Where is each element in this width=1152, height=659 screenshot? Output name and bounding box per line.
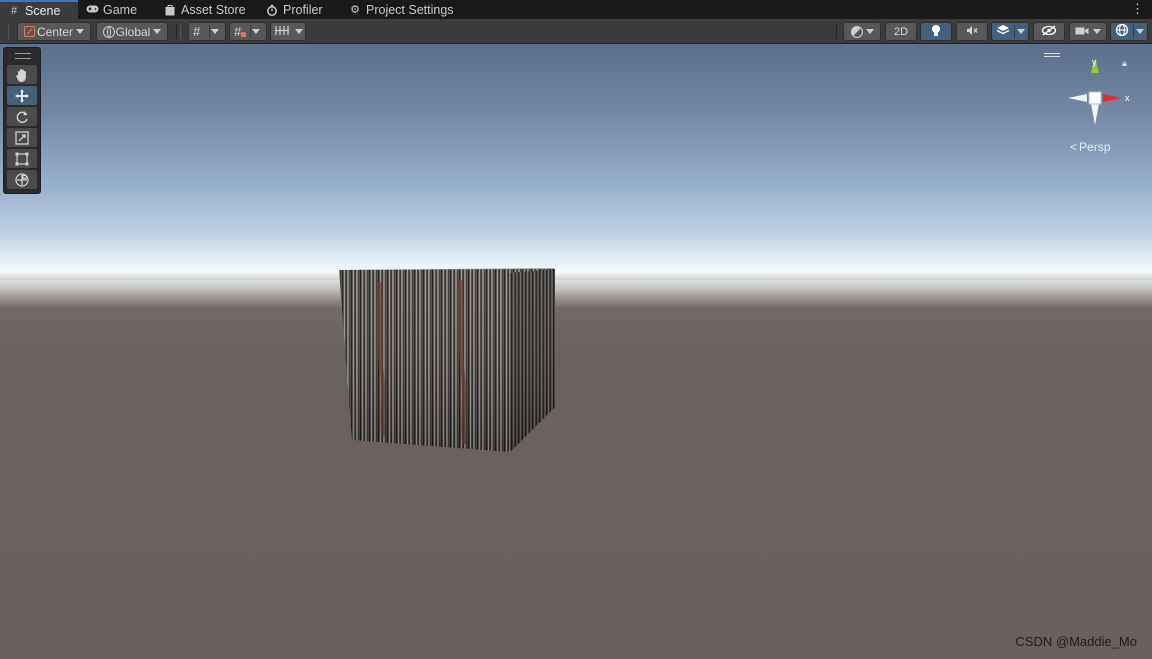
camera-icon [1075, 25, 1089, 39]
tab-profiler[interactable]: Profiler [258, 0, 338, 19]
lighting-toggle[interactable] [920, 22, 952, 41]
audio-toggle[interactable] [956, 22, 988, 41]
scene-visibility-toggle[interactable] [1033, 22, 1065, 41]
pivot-mode-label: Center [36, 24, 74, 39]
transform-icon [15, 172, 29, 187]
2d-mode-toggle[interactable]: 2D [885, 22, 917, 41]
rotate-icon [16, 110, 28, 123]
gamepad-icon [86, 4, 99, 16]
scene-toolbar: Center Global # # 2D [0, 19, 1152, 44]
tab-scene-label: Scene [25, 3, 61, 18]
chevron-down-icon [252, 29, 261, 34]
wooden-crate-cube[interactable] [0, 44, 1152, 659]
pivot-rotation-label: Global [115, 24, 151, 39]
tab-profiler-label: Profiler [283, 2, 323, 17]
scale-tool[interactable] [7, 128, 37, 147]
rotate-tool[interactable] [7, 107, 37, 126]
grid-visibility-dropdown[interactable]: # [188, 22, 226, 41]
projection-toggle[interactable]: < Persp [1070, 140, 1110, 154]
gizmo-center-cube [1088, 91, 1102, 105]
scene-viewport[interactable] [0, 44, 1152, 659]
tab-project-settings[interactable]: ⚙ Project Settings [341, 0, 471, 19]
chevron-down-icon [76, 29, 85, 34]
tab-project-settings-label: Project Settings [366, 2, 454, 17]
tool-palette [3, 47, 41, 194]
stopwatch-icon [266, 4, 278, 16]
move-arrows-icon [15, 88, 29, 103]
more-options-icon[interactable]: ⋮ [1131, 2, 1144, 16]
increment-snapping-dropdown[interactable] [270, 22, 306, 41]
orientation-gizmo[interactable]: y x [1062, 52, 1132, 132]
layers-effects-icon [996, 24, 1010, 39]
hand-icon [16, 68, 26, 82]
palette-drag-handle[interactable] [15, 53, 31, 59]
chevron-down-icon [211, 29, 220, 34]
grid-snapping-dropdown[interactable]: # [229, 22, 267, 41]
shopping-bag-icon [164, 4, 176, 16]
tab-asset-store-label: Asset Store [181, 2, 246, 17]
effects-dropdown[interactable] [991, 22, 1029, 41]
chevron-down-icon [153, 29, 162, 34]
speaker-mute-icon [966, 25, 978, 39]
chevron-down-icon [1136, 29, 1144, 34]
gizmos-dropdown[interactable] [1110, 22, 1148, 41]
gizmo-x-label: x [1125, 93, 1130, 103]
pivot-center-icon [23, 26, 35, 37]
scene-camera-dropdown[interactable] [1069, 22, 1107, 41]
2d-mode-label: 2D [893, 25, 909, 38]
tab-game-label: Game [103, 2, 138, 17]
grid-snap-icon: # [234, 25, 246, 38]
chevron-down-icon [865, 29, 874, 34]
projection-label: Persp [1079, 140, 1111, 154]
gizmo-y-label: y [1092, 57, 1097, 67]
toolbar-grip [180, 24, 182, 39]
move-tool[interactable] [7, 86, 37, 105]
gizmo-neg-x-cone [1068, 94, 1087, 102]
watermark-text: CSDN @Maddie_Mo [1015, 634, 1137, 649]
transform-tool[interactable] [7, 170, 37, 189]
tab-asset-store[interactable]: Asset Store [156, 0, 258, 19]
grid-hash-icon: # [10, 4, 18, 17]
pivot-rotation-dropdown[interactable]: Global [96, 22, 168, 41]
gizmo-x-axis-cone [1103, 94, 1122, 102]
chevron-left-icon: < [1070, 140, 1078, 154]
tab-game[interactable]: Game [78, 0, 158, 19]
shading-sphere-icon [850, 25, 863, 38]
toolbar-divider [176, 24, 177, 39]
rect-tool[interactable] [7, 149, 37, 168]
scale-icon [15, 130, 29, 145]
hidden-eye-icon [1041, 24, 1057, 39]
light-bulb-icon [931, 24, 941, 40]
toolbar-grip [8, 24, 10, 39]
gizmo-globe-icon [1115, 23, 1129, 40]
rect-transform-icon [15, 152, 29, 165]
gizmo-menu-icon[interactable] [1044, 53, 1060, 57]
ruler-snap-icon [275, 25, 289, 39]
chevron-down-icon [295, 29, 303, 34]
chevron-down-icon [1093, 29, 1101, 34]
toolbar-divider [836, 24, 837, 39]
window-tab-bar: # Scene Game Asset Store Profiler ⚙ Proj… [0, 0, 1152, 19]
tab-scene[interactable]: # Scene [0, 0, 78, 19]
chevron-down-icon [1017, 29, 1025, 34]
shading-mode-dropdown[interactable] [843, 22, 881, 41]
grid-axis-icon: # [193, 23, 201, 39]
gear-icon: ⚙ [350, 3, 360, 16]
globe-icon [102, 25, 115, 38]
hand-tool[interactable] [7, 65, 37, 84]
pivot-mode-dropdown[interactable]: Center [17, 22, 91, 41]
gizmo-neg-y-cone [1091, 104, 1099, 125]
